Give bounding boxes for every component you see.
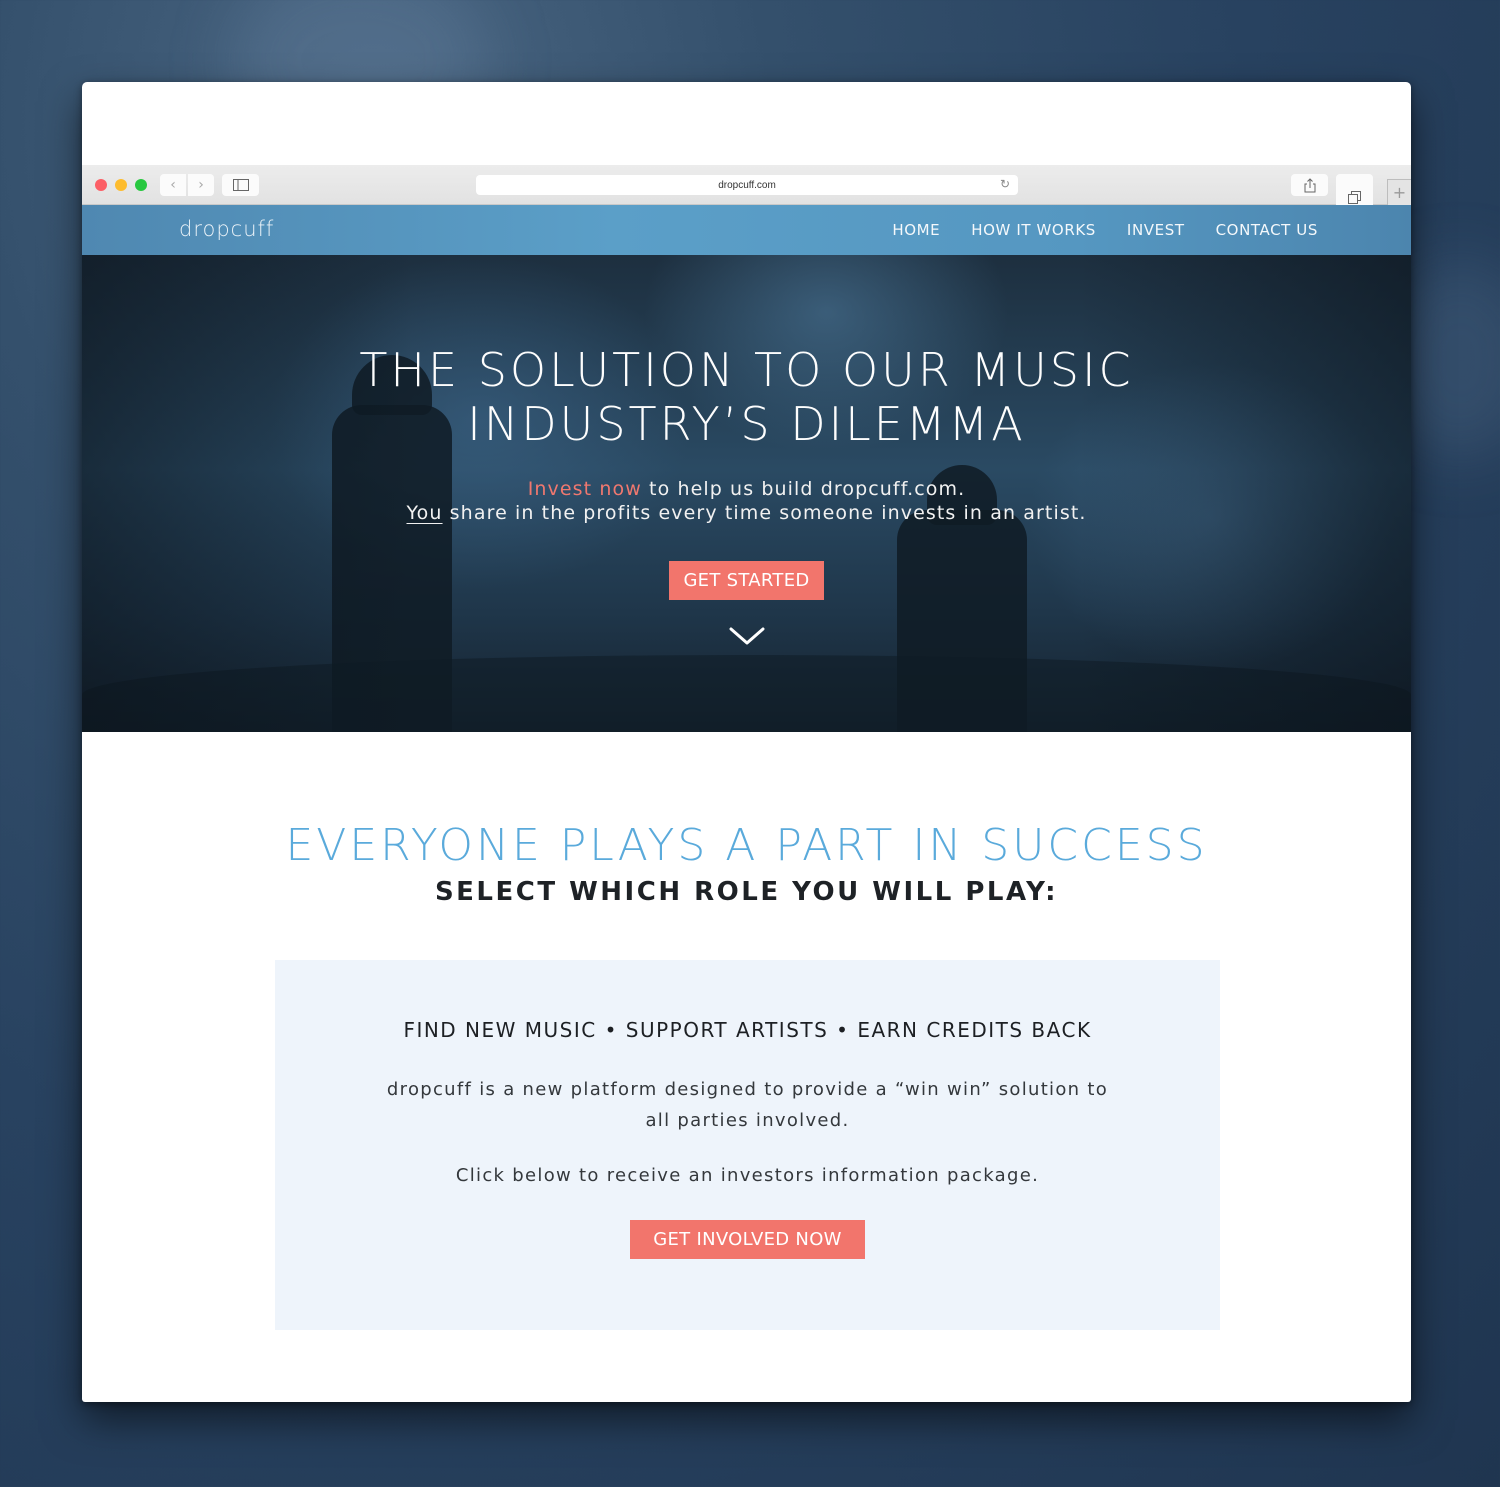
chevron-right-icon: › <box>198 177 204 193</box>
nav-contact-us[interactable]: CONTACT US <box>1216 221 1318 239</box>
get-started-button[interactable]: GET STARTED <box>669 561 824 600</box>
site-logo[interactable]: dropcuff <box>179 217 274 241</box>
you-emphasis: You <box>406 502 443 524</box>
share-icon <box>1304 177 1315 192</box>
hero-title: THE SOLUTION TO OUR MUSIC INDUSTRY’S DIL… <box>82 343 1411 451</box>
new-tab-button[interactable]: + <box>1387 179 1411 205</box>
address-bar[interactable]: dropcuff.com ↻ <box>476 175 1018 195</box>
share-button[interactable] <box>1291 174 1328 196</box>
sidebar-toggle-button[interactable] <box>222 174 259 196</box>
hero-content: THE SOLUTION TO OUR MUSIC INDUSTRY’S DIL… <box>82 343 1411 648</box>
hero-subtitle: Invest now to help us build dropcuff.com… <box>82 477 1411 525</box>
browser-window: ‹ › dropcuff.com ↻ + dropcuff HOME HOW I… <box>82 82 1411 1402</box>
invest-now-link[interactable]: Invest now <box>528 478 642 500</box>
hero-subtitle-text: to help us build dropcuff.com. <box>641 478 966 500</box>
close-window-button[interactable] <box>95 179 107 191</box>
nav-invest[interactable]: INVEST <box>1127 221 1185 239</box>
reload-icon[interactable]: ↻ <box>1000 177 1010 191</box>
hero-section: THE SOLUTION TO OUR MUSIC INDUSTRY’S DIL… <box>82 255 1411 732</box>
tabs-icon <box>1348 191 1361 204</box>
hero-title-line: INDUSTRY’S DILEMMA <box>467 397 1026 451</box>
section-title: EVERYONE PLAYS A PART IN SUCCESS <box>285 820 1208 871</box>
section-subtitle: SELECT WHICH ROLE YOU WILL PLAY: <box>434 877 1059 907</box>
hero-subtitle-text: share in the profits every time someone … <box>442 502 1087 524</box>
role-panel: FIND NEW MUSIC • SUPPORT ARTISTS • EARN … <box>275 960 1220 1330</box>
panel-headline: FIND NEW MUSIC • SUPPORT ARTISTS • EARN … <box>403 1018 1092 1042</box>
chevron-down-icon <box>729 627 764 645</box>
get-involved-button[interactable]: GET INVOLVED NOW <box>630 1220 865 1259</box>
scroll-down-button[interactable] <box>729 624 765 648</box>
panel-description: dropcuff is a new platform designed to p… <box>386 1079 1109 1131</box>
site-navbar: dropcuff HOME HOW IT WORKS INVEST CONTAC… <box>82 205 1411 255</box>
nav-home[interactable]: HOME <box>892 221 940 239</box>
panel-cta-text: Click below to receive an investors info… <box>455 1165 1040 1186</box>
browser-toolbar: ‹ › dropcuff.com ↻ + <box>82 165 1411 221</box>
minimize-window-button[interactable] <box>115 179 127 191</box>
nav-how-it-works[interactable]: HOW IT WORKS <box>971 221 1096 239</box>
chevron-left-icon: ‹ <box>170 177 176 193</box>
main-nav: HOME HOW IT WORKS INVEST CONTACT US <box>892 221 1318 239</box>
zoom-window-button[interactable] <box>135 179 147 191</box>
url-text: dropcuff.com <box>718 179 776 191</box>
sidebar-icon <box>232 179 249 191</box>
forward-button[interactable]: › <box>188 174 214 196</box>
back-button[interactable]: ‹ <box>160 174 186 196</box>
hero-title-line: THE SOLUTION TO OUR MUSIC <box>359 343 1134 397</box>
plus-icon: + <box>1392 183 1407 202</box>
